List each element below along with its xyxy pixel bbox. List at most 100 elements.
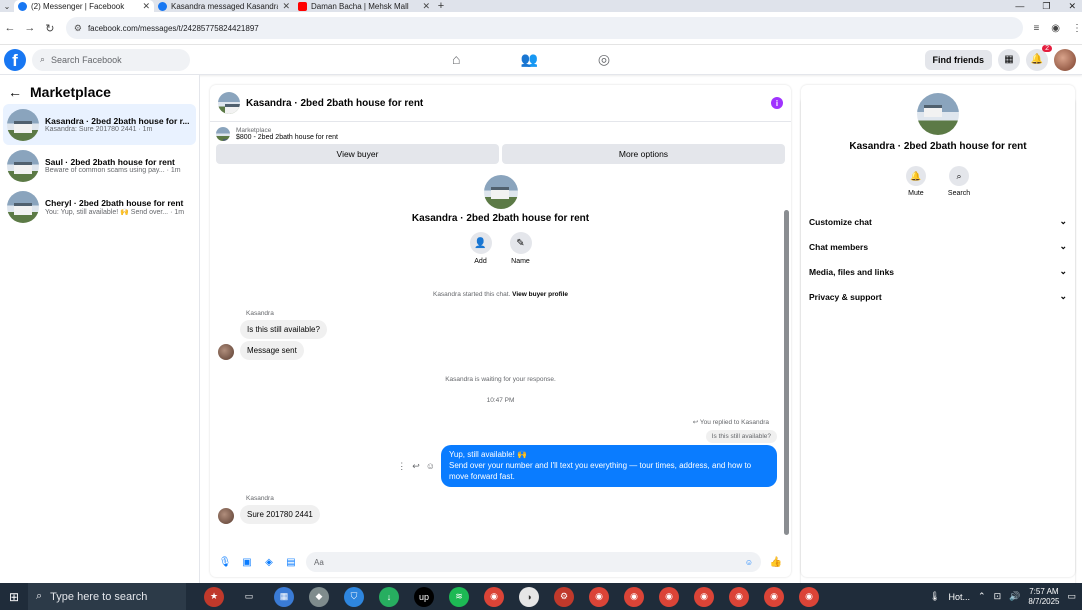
widget-icon[interactable]: ★ <box>204 586 224 607</box>
account-avatar[interactable] <box>1054 48 1076 71</box>
tab-title: Daman Bacha | Mehsk Mall <box>311 1 409 11</box>
weather-text[interactable]: Hot... <box>949 592 971 602</box>
app-icon[interactable]: ◑ <box>519 586 539 607</box>
section-chat-members[interactable]: Chat members ⌄ <box>809 234 1067 259</box>
browser-menu-icon[interactable]: ⋮ <box>1072 23 1082 34</box>
tab-youtube[interactable]: Daman Bacha | Mehsk Mall ✕ <box>294 0 434 12</box>
incoming-message[interactable]: Is this still available? <box>240 320 327 339</box>
forward-icon[interactable]: → <box>20 22 40 34</box>
home-icon[interactable]: ⌂ <box>452 51 460 68</box>
reload-icon[interactable]: ↻ <box>40 22 60 35</box>
tab-title: Kasandra messaged Kasandra <box>171 1 279 11</box>
minimize-icon[interactable]: — <box>1015 1 1024 12</box>
tab-messenger[interactable]: (2) Messenger | Facebook ✕ <box>14 0 154 12</box>
photo-icon[interactable]: ▣ <box>240 557 254 568</box>
facebook-search-input[interactable]: ⌕ Search Facebook <box>32 48 190 71</box>
conversation-item-cheryl[interactable]: Cheryl · 2bed 2bath house for rent You: … <box>3 186 196 227</box>
listing-summary[interactable]: Marketplace $800 - 2bed 2bath house for … <box>210 122 791 144</box>
sender-avatar[interactable] <box>218 508 234 525</box>
chrome-icon[interactable]: ◉ <box>659 586 679 607</box>
conversation-name: Cheryl · 2bed 2bath house for rent <box>45 197 184 208</box>
react-icon[interactable]: ☺ <box>426 461 435 472</box>
chevron-up-icon[interactable]: ⌃ <box>978 591 986 602</box>
back-icon[interactable]: ← <box>0 22 20 34</box>
message-input[interactable]: Aa ☺ <box>306 552 761 572</box>
close-tab-icon[interactable]: ✕ <box>142 1 150 12</box>
quoted-message[interactable]: Is this still available? <box>705 430 777 443</box>
emoji-icon[interactable]: ☺ <box>745 558 753 567</box>
chrome-icon[interactable]: ◉ <box>729 586 749 607</box>
back-arrow-icon[interactable]: ← <box>8 84 22 100</box>
chat-title[interactable]: Kasandra · 2bed 2bath house for rent <box>246 98 423 109</box>
sender-avatar[interactable] <box>218 344 234 360</box>
chrome-icon[interactable]: ◉ <box>764 586 784 607</box>
notification-center-icon[interactable]: ▭ <box>1067 591 1076 602</box>
details-avatar <box>917 93 959 135</box>
windows-start-icon[interactable]: ⊞ <box>0 590 28 604</box>
profile-icon[interactable]: ◉ <box>1051 23 1060 34</box>
reply-icon[interactable]: ↩ <box>412 461 420 472</box>
clock-time: 7:57 AM <box>1029 586 1059 596</box>
app-icon[interactable]: ◆ <box>309 586 329 607</box>
info-icon[interactable]: i <box>771 97 783 109</box>
microphone-icon[interactable]: 🎙 <box>218 557 232 568</box>
new-tab-button[interactable]: + <box>434 0 448 12</box>
mute-button[interactable]: 🔔 Mute <box>905 166 926 197</box>
media-controls-icon[interactable]: ≡ <box>1033 23 1039 34</box>
name-action[interactable]: ✎ Name <box>509 232 532 265</box>
section-privacy-support[interactable]: Privacy & support ⌄ <box>809 284 1067 309</box>
close-window-icon[interactable]: ✕ <box>1068 1 1076 12</box>
chrome-icon[interactable]: ◉ <box>799 586 819 607</box>
volume-icon[interactable]: 🔊 <box>1009 591 1020 602</box>
incoming-message[interactable]: Sure 201780 2441 <box>240 505 320 525</box>
chat-avatar[interactable] <box>218 92 240 114</box>
taskbar-clock[interactable]: 7:57 AM 8/7/2025 <box>1028 587 1059 606</box>
chrome-icon[interactable]: ◉ <box>589 586 609 607</box>
chrome-icon[interactable]: ◉ <box>694 586 714 607</box>
tab-kasandra[interactable]: Kasandra messaged Kasandra ✕ <box>154 0 294 12</box>
search-button[interactable]: ⌕ Search <box>948 166 970 197</box>
add-action[interactable]: 👤 Add <box>469 232 492 265</box>
close-tab-icon[interactable]: ✕ <box>282 1 290 12</box>
message-thread[interactable]: Kasandra · 2bed 2bath house for rent 👤 A… <box>210 175 791 541</box>
site-info-icon[interactable]: ⚙ <box>74 23 82 34</box>
task-view-icon[interactable]: ▭ <box>239 587 259 607</box>
chrome-icon[interactable]: ◉ <box>624 586 644 607</box>
view-buyer-profile-link[interactable]: View buyer profile <box>512 291 568 298</box>
restore-icon[interactable]: ❐ <box>1042 1 1050 12</box>
search-icon: ⌕ <box>40 54 46 64</box>
tab-search-icon[interactable]: ⌄ <box>0 2 14 11</box>
find-friends-button[interactable]: Find friends <box>924 49 992 70</box>
file-app-icon[interactable]: ▦ <box>274 586 294 607</box>
conversation-snippet: Kasandra: Sure 201780 2441 · 1m <box>45 126 153 133</box>
gif-icon[interactable]: ▤ <box>284 557 298 568</box>
shield-app-icon[interactable]: ⛉ <box>344 586 364 607</box>
thread-scrollbar[interactable] <box>784 210 789 535</box>
view-buyer-button[interactable]: View buyer <box>216 144 499 164</box>
started-text: Kasandra started this chat. <box>432 291 511 298</box>
section-media-files-links[interactable]: Media, files and links ⌄ <box>809 259 1067 284</box>
thumbs-up-icon[interactable]: 👍 <box>769 557 783 568</box>
chrome-icon[interactable]: ◉ <box>484 586 504 607</box>
address-bar[interactable]: ⚙ facebook.com/messages/t/24285775824421… <box>65 17 1075 589</box>
upwork-icon[interactable]: up <box>414 586 434 607</box>
torrent-icon[interactable]: ↓ <box>379 586 399 607</box>
section-customize-chat[interactable]: Customize chat ⌄ <box>809 209 1067 234</box>
more-options-button[interactable]: More options <box>502 144 785 164</box>
more-icon[interactable]: ⋮ <box>397 461 406 472</box>
spotify-icon[interactable]: ≋ <box>449 586 469 607</box>
conversation-item-saul[interactable]: Saul · 2bed 2bath house for rent Beware … <box>3 145 196 186</box>
app-icon[interactable]: ⚙ <box>554 586 574 607</box>
close-tab-icon[interactable]: ✕ <box>422 1 430 12</box>
network-icon[interactable]: ⊡ <box>994 591 1002 602</box>
incoming-message[interactable]: Message sent <box>240 341 304 360</box>
notifications-icon[interactable]: 🔔 2 <box>1026 44 1052 71</box>
sticker-icon[interactable]: ◈ <box>262 557 276 568</box>
groups-icon[interactable]: ◎ <box>598 51 610 68</box>
conversation-item-kasandra[interactable]: Kasandra · 2bed 2bath house for r... Kas… <box>3 104 196 145</box>
outgoing-message[interactable]: Yup, still available! 🙌 Send over your n… <box>441 445 777 488</box>
menu-grid-icon[interactable]: ▦ <box>998 48 1020 71</box>
friends-icon[interactable]: 👥 <box>520 51 537 68</box>
facebook-logo[interactable]: f <box>4 48 26 71</box>
taskbar-search[interactable]: ⌕ Type here to search <box>28 583 186 610</box>
